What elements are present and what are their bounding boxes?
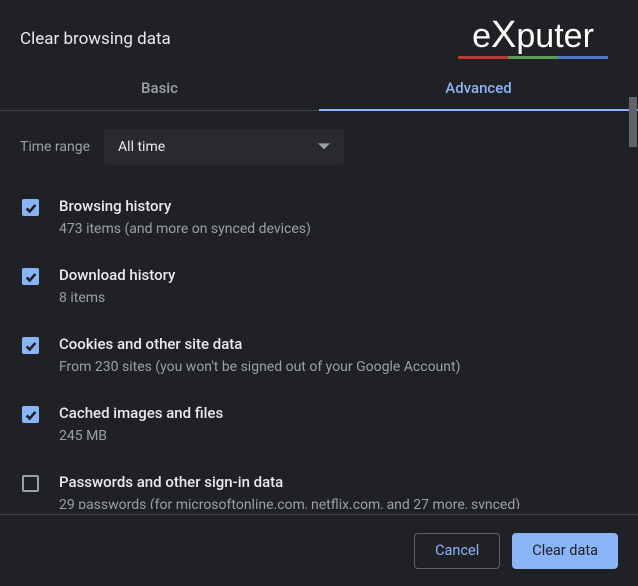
option-title: Cookies and other site data bbox=[59, 335, 618, 353]
check-icon bbox=[24, 408, 38, 422]
option-checkbox[interactable] bbox=[22, 337, 39, 354]
dialog-footer: Cancel Clear data bbox=[0, 514, 638, 586]
option-subtitle: 8 items bbox=[59, 288, 618, 309]
option-title: Browsing history bbox=[59, 197, 618, 215]
option-checkbox[interactable] bbox=[22, 199, 39, 216]
time-range-select[interactable]: All time bbox=[104, 129, 344, 165]
tab-basic[interactable]: Basic bbox=[0, 66, 319, 110]
option-subtitle: From 230 sites (you won't be signed out … bbox=[59, 357, 618, 378]
time-range-label: Time range bbox=[20, 139, 90, 155]
dialog-header: Clear browsing data eXputer bbox=[0, 0, 638, 66]
option-subtitle: 473 items (and more on synced devices) bbox=[59, 219, 618, 240]
option-title: Cached images and files bbox=[59, 404, 618, 422]
check-icon bbox=[24, 339, 38, 353]
option-text: Browsing history 473 items (and more on s… bbox=[59, 197, 618, 240]
option-row: Cookies and other site data From 230 site… bbox=[20, 325, 618, 394]
time-range-row: Time range All time bbox=[20, 129, 618, 165]
option-row: Cached images and files 245 MB bbox=[20, 394, 618, 463]
check-icon bbox=[24, 270, 38, 284]
options-list: Browsing history 473 items (and more on s… bbox=[20, 187, 618, 509]
scrollbar-thumb[interactable] bbox=[629, 97, 637, 147]
chevron-down-icon bbox=[318, 141, 330, 153]
option-checkbox[interactable] bbox=[22, 268, 39, 285]
option-text: Cached images and files 245 MB bbox=[59, 404, 618, 447]
option-checkbox[interactable] bbox=[22, 406, 39, 423]
option-checkbox[interactable] bbox=[22, 475, 39, 492]
check-icon bbox=[24, 201, 38, 215]
brand-logo-text: eXputer bbox=[472, 16, 594, 54]
brand-logo: eXputer bbox=[448, 16, 618, 62]
time-range-value: All time bbox=[118, 139, 165, 155]
tab-bar: Basic Advanced bbox=[0, 66, 638, 111]
option-row: Download history 8 items bbox=[20, 256, 618, 325]
tab-advanced[interactable]: Advanced bbox=[319, 66, 638, 110]
option-subtitle: 29 passwords (for microsoftonline.com, n… bbox=[59, 495, 618, 509]
option-row: Passwords and other sign-in data 29 passw… bbox=[20, 463, 618, 509]
option-subtitle: 245 MB bbox=[59, 426, 618, 447]
clear-data-button[interactable]: Clear data bbox=[512, 533, 618, 569]
option-text: Cookies and other site data From 230 site… bbox=[59, 335, 618, 378]
option-title: Passwords and other sign-in data bbox=[59, 473, 618, 491]
dialog-title: Clear browsing data bbox=[20, 29, 171, 49]
option-text: Download history 8 items bbox=[59, 266, 618, 309]
option-title: Download history bbox=[59, 266, 618, 284]
brand-logo-underline bbox=[458, 56, 608, 59]
option-text: Passwords and other sign-in data 29 passw… bbox=[59, 473, 618, 509]
scrollbar[interactable] bbox=[629, 97, 637, 494]
dialog-body: Time range All time Browsing history 473 … bbox=[0, 111, 638, 509]
option-row: Browsing history 473 items (and more on s… bbox=[20, 187, 618, 256]
cancel-button[interactable]: Cancel bbox=[414, 533, 500, 569]
